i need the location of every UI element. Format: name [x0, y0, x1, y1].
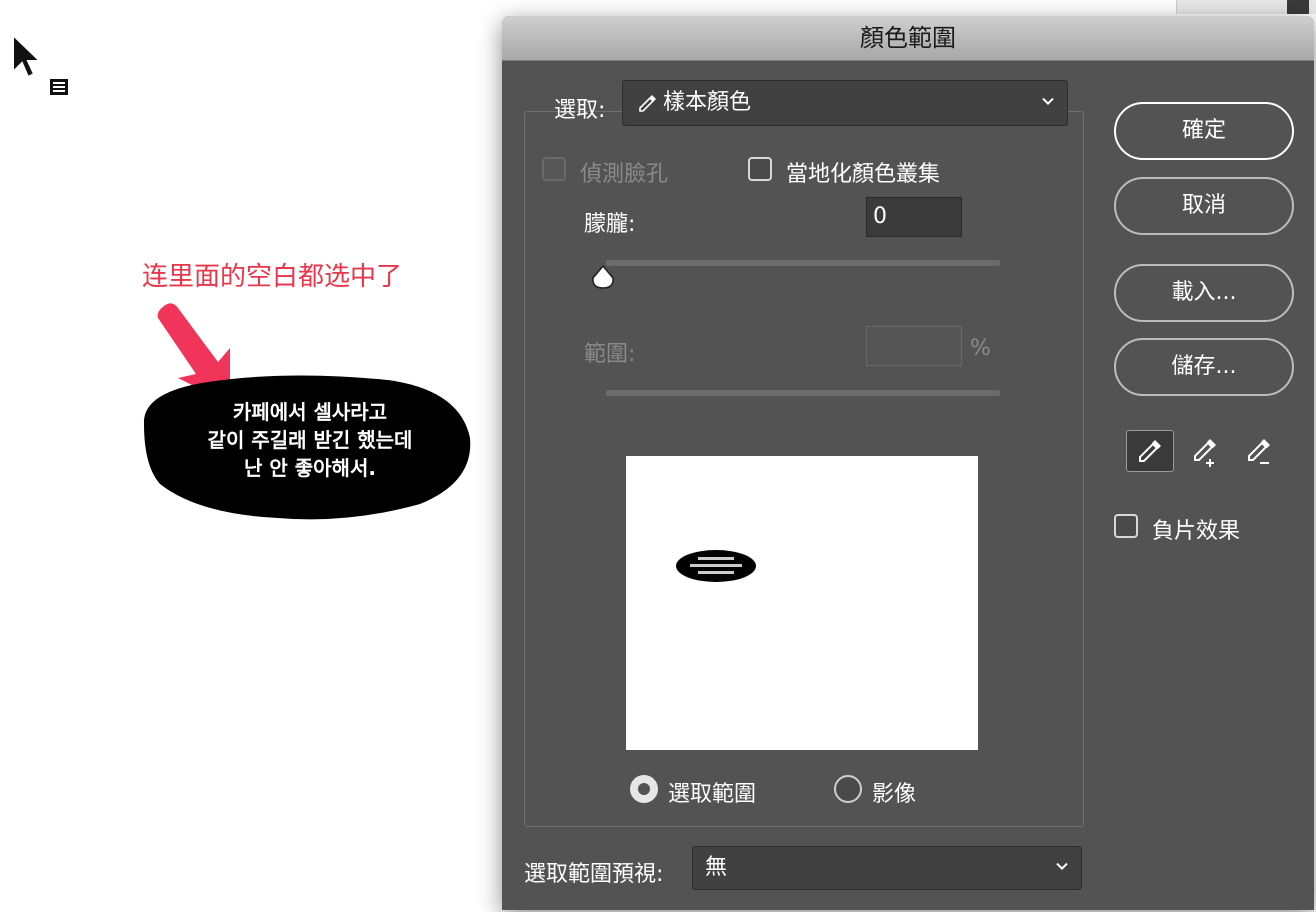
fuzziness-input[interactable]: 0: [866, 197, 962, 237]
selection-preview-image: [626, 456, 978, 750]
annotation-text: 连里面的空白都选中了: [142, 262, 403, 292]
eyedropper-add-tool[interactable]: [1182, 430, 1230, 472]
preview-blob-thumbnail: [676, 550, 756, 582]
eyedropper-subtract-tool[interactable]: [1236, 430, 1284, 472]
range-unit: %: [970, 336, 991, 361]
fuzziness-slider-track[interactable]: [606, 260, 1000, 266]
blob-text-line: 카페에서 셀사라고: [232, 400, 388, 424]
range-label: 範圍:: [584, 342, 636, 367]
dialog-title[interactable]: 顏色範圍: [502, 16, 1314, 61]
ok-button[interactable]: 確定: [1114, 102, 1294, 160]
selection-radio-label: 選取範圍: [668, 782, 757, 807]
invert-label: 負片效果: [1152, 519, 1241, 544]
invert-checkbox[interactable]: [1114, 514, 1138, 538]
localized-clusters-checkbox[interactable]: [748, 157, 772, 181]
chevron-down-icon: [1056, 862, 1068, 871]
eyedropper-icon: [639, 95, 656, 112]
save-button[interactable]: 儲存...: [1114, 338, 1294, 396]
select-dropdown[interactable]: 樣本顏色: [622, 80, 1068, 126]
selection-preview-value: 無: [705, 855, 728, 880]
color-range-dialog: 顏色範圍 選取: 樣本顏色 偵測臉孔 當地化顏色叢集 朦朧: 0 範圍: % 選…: [502, 16, 1314, 910]
chevron-down-icon: [1042, 97, 1054, 106]
range-input[interactable]: [866, 326, 962, 366]
blob-text: 카페에서 셀사라고 같이 주길래 받긴 했는데 난 안 좋아해서.: [160, 398, 460, 482]
eyedropper-minus-icon: [1248, 439, 1270, 464]
blob-text-line: 같이 주길래 받긴 했는데: [207, 428, 413, 452]
blob-text-line: 난 안 좋아해서.: [244, 456, 376, 480]
selection-preview-label: 選取範圍預視:: [524, 862, 664, 887]
select-label: 選取:: [554, 98, 606, 123]
detect-faces-checkbox[interactable]: [542, 157, 566, 181]
eyedropper-tool[interactable]: [1126, 430, 1174, 472]
range-slider-track[interactable]: [606, 390, 1000, 396]
detect-faces-label: 偵測臉孔: [580, 162, 669, 187]
selection-radio[interactable]: [630, 775, 658, 803]
cancel-button[interactable]: 取消: [1114, 177, 1294, 235]
arrow-cursor-icon: [12, 32, 70, 98]
eyedropper-icon: [1139, 440, 1161, 462]
localized-clusters-label: 當地化顏色叢集: [786, 162, 941, 187]
background-panel: [1176, 0, 1316, 14]
select-value: 樣本顏色: [663, 90, 752, 115]
fuzziness-slider-thumb[interactable]: [590, 264, 616, 292]
fuzziness-label: 朦朧:: [584, 212, 636, 237]
image-radio[interactable]: [834, 775, 862, 803]
eyedropper-plus-icon: [1194, 439, 1216, 467]
image-radio-label: 影像: [872, 782, 917, 807]
load-button[interactable]: 載入...: [1114, 264, 1294, 322]
panel-tab: [1287, 0, 1309, 14]
selection-preview-dropdown[interactable]: 無: [692, 846, 1082, 890]
